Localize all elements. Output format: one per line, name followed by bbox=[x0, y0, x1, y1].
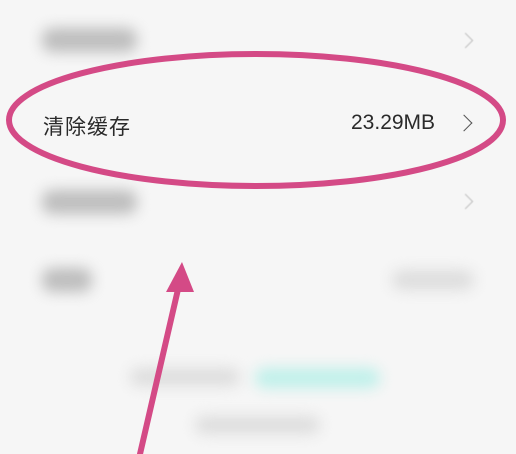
arrow-shaft bbox=[137, 269, 185, 454]
blurred-footer-link bbox=[255, 368, 380, 388]
blurred-footer-text-left bbox=[130, 368, 240, 386]
clear-cache-size: 23.29MB bbox=[351, 111, 436, 134]
blurred-row-value-4 bbox=[392, 270, 474, 290]
blurred-row-label-1 bbox=[42, 28, 137, 52]
blurred-footer-text-bottom bbox=[195, 416, 320, 434]
blurred-row-label-3 bbox=[42, 190, 137, 214]
blurred-chevron-1-icon bbox=[457, 32, 474, 49]
arrow-head bbox=[166, 262, 194, 292]
blurred-chevron-3-icon bbox=[457, 193, 474, 210]
clear-cache-label: 清除缓存 bbox=[43, 115, 131, 139]
blurred-row-label-4 bbox=[42, 268, 92, 292]
settings-screen: 清除缓存 23.29MB bbox=[0, 0, 516, 454]
